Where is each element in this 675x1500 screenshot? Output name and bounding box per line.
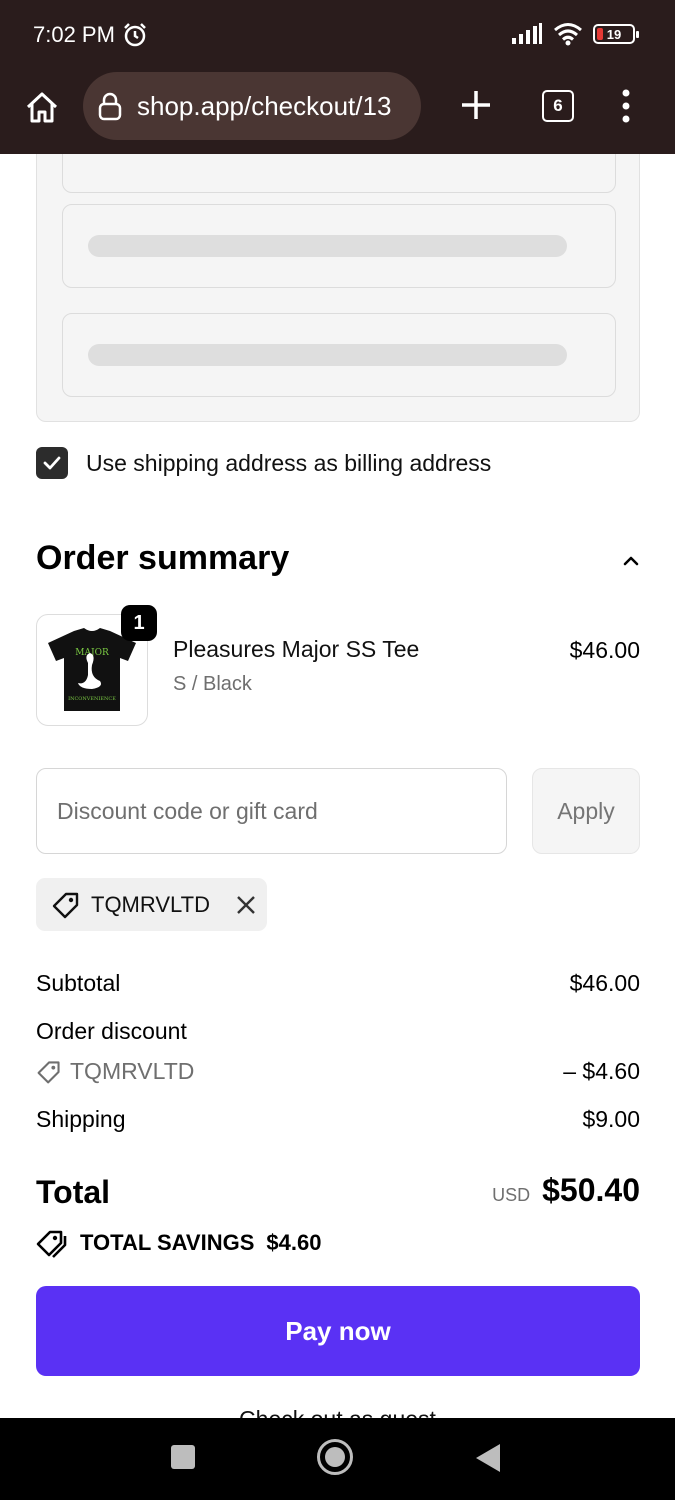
address-field-skeleton (62, 313, 616, 397)
shipping-row: Shipping $9.00 (36, 1106, 640, 1133)
address-form-card (36, 154, 640, 422)
browser-toolbar: shop.app/checkout/13 6 (0, 72, 675, 154)
home-icon[interactable] (22, 88, 62, 128)
system-nav-bar (0, 1418, 675, 1500)
order-discount-row: Order discount (36, 1018, 640, 1045)
quantity-badge: 1 (121, 605, 157, 641)
order-discount-code-row: TQMRVLTD – $4.60 (36, 1058, 640, 1085)
billing-same-row[interactable]: Use shipping address as billing address (36, 447, 491, 479)
product-price: $46.00 (569, 637, 640, 663)
alarm-icon (124, 23, 146, 47)
billing-same-label: Use shipping address as billing address (86, 449, 492, 476)
chevron-up-icon[interactable] (616, 546, 646, 576)
battery-icon: 19 (593, 24, 639, 44)
close-icon[interactable] (234, 893, 258, 917)
tag-icon (37, 1060, 60, 1083)
discount-code-input[interactable] (36, 768, 507, 854)
battery-level: 19 (606, 26, 622, 42)
product-name: Pleasures Major SS Tee (173, 636, 420, 662)
plus-icon[interactable] (458, 87, 494, 123)
subtotal-label: Subtotal (36, 970, 121, 996)
total-savings-row: TOTAL SAVINGS $4.60 (36, 1228, 321, 1258)
lock-icon (98, 92, 122, 121)
tabs-count: 6 (553, 96, 563, 115)
check-icon (43, 456, 61, 470)
thumb-text-bottom: INCONVENIENCE (68, 696, 116, 702)
address-bar[interactable]: shop.app/checkout/13 (83, 72, 421, 140)
apply-discount-button[interactable]: Apply (532, 768, 640, 854)
address-field-skeleton (62, 204, 616, 288)
shipping-value: $9.00 (582, 1106, 640, 1132)
recents-icon[interactable] (171, 1445, 195, 1469)
subtotal-value: $46.00 (569, 970, 640, 996)
order-discount-code: TQMRVLTD (36, 1058, 194, 1085)
url-text: shop.app/checkout/13 (137, 90, 392, 121)
total-currency: USD (492, 1185, 531, 1205)
order-summary-title: Order summary (36, 539, 290, 577)
shipping-label: Shipping (36, 1106, 126, 1132)
signal-icon (512, 23, 542, 44)
applied-discount-chip: TQMRVLTD (36, 878, 267, 931)
billing-same-checkbox[interactable] (36, 447, 68, 479)
total-amount-group: USD $50.40 (492, 1172, 640, 1209)
status-bar: 7:02 PM 19 (0, 0, 675, 72)
loading-bar (88, 235, 567, 257)
order-discount-code-text: TQMRVLTD (70, 1058, 195, 1084)
order-discount-value: – $4.60 (563, 1058, 640, 1084)
savings-tag-icon (36, 1230, 67, 1258)
wifi-icon (554, 23, 582, 46)
address-field-skeleton (62, 154, 616, 193)
pay-now-button[interactable]: Pay now (36, 1286, 640, 1376)
browser-chrome: 7:02 PM 19 shop.app/checkout/13 6 (0, 0, 675, 154)
total-amount: $50.40 (542, 1172, 640, 1208)
checkout-page: Use shipping address as billing address … (0, 154, 675, 1418)
order-discount-label: Order discount (36, 1018, 187, 1044)
total-savings-amount: $4.60 (266, 1230, 322, 1255)
home-nav-icon[interactable] (317, 1439, 353, 1475)
applied-code-text: TQMRVLTD (91, 891, 210, 917)
loading-bar (88, 344, 567, 366)
tabs-button[interactable]: 6 (542, 90, 574, 122)
tag-icon (52, 892, 79, 918)
checkout-as-guest-link[interactable]: Check out as guest (0, 1406, 675, 1418)
status-icons: 19 (511, 22, 639, 46)
subtotal-row: Subtotal $46.00 (36, 970, 640, 997)
status-time: 7:02 PM (33, 22, 115, 47)
total-label: Total (36, 1174, 111, 1210)
total-savings-label: TOTAL SAVINGS (80, 1230, 255, 1255)
back-icon[interactable] (474, 1442, 502, 1474)
more-vert-icon[interactable] (616, 88, 636, 124)
product-variant: S / Black (173, 673, 252, 695)
